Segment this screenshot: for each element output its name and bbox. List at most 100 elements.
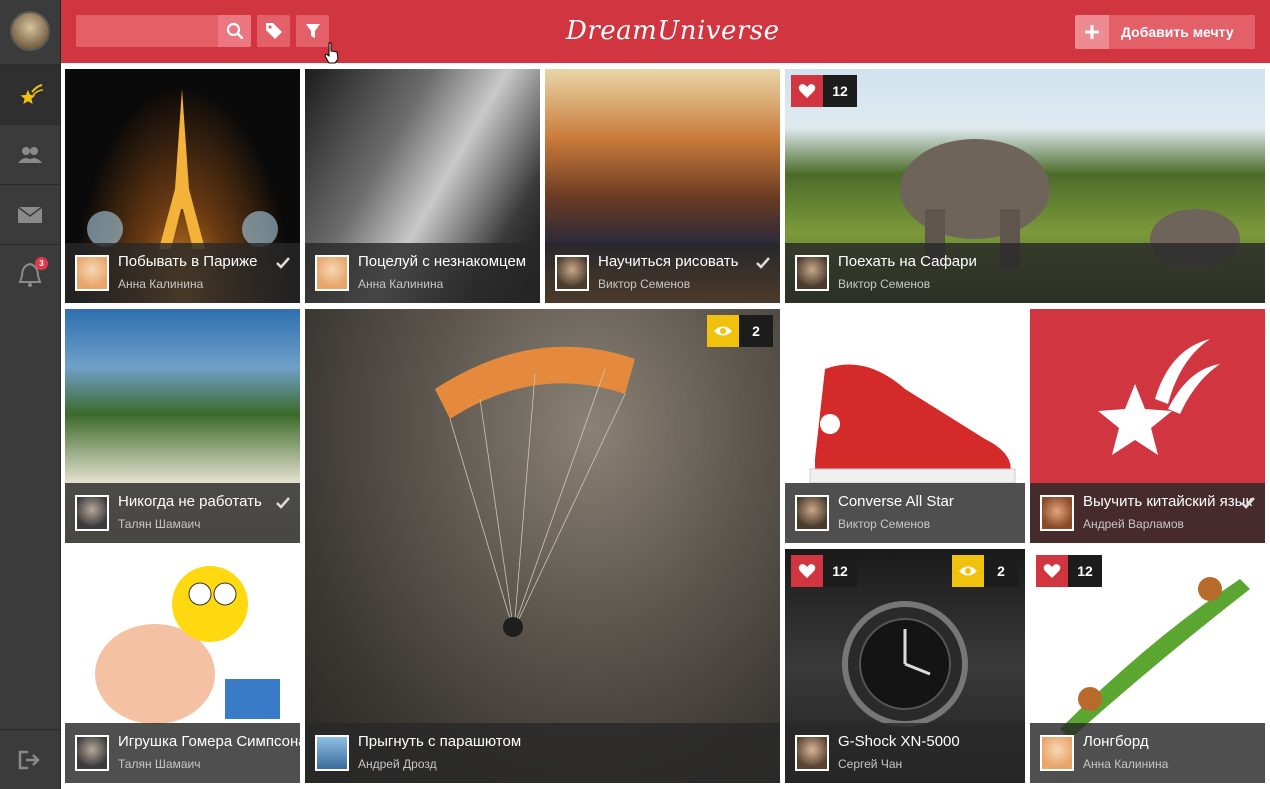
tags-button[interactable] bbox=[257, 15, 290, 47]
dream-caption: Никогда не работать Талян Шамаич bbox=[65, 483, 300, 543]
shooting-star-icon bbox=[20, 83, 44, 104]
dream-author[interactable]: Андрей Дрозд bbox=[358, 757, 437, 771]
add-dream-button[interactable]: Добавить мечту bbox=[1075, 15, 1255, 49]
dream-card[interactable]: 12 Поехать на Сафари Виктор Семенов bbox=[785, 69, 1265, 303]
author-avatar[interactable] bbox=[795, 735, 829, 771]
author-avatar[interactable] bbox=[315, 735, 349, 771]
views-counter[interactable]: 2 bbox=[952, 555, 1018, 587]
filter-icon bbox=[305, 24, 320, 38]
sidebar-item-dreams[interactable] bbox=[0, 64, 60, 124]
sidebar: 3 bbox=[0, 0, 61, 789]
dream-caption: G-Shock XN-5000 Сергей Чан bbox=[785, 723, 1025, 783]
check-icon bbox=[276, 497, 290, 509]
author-avatar[interactable] bbox=[1040, 735, 1074, 771]
dream-title[interactable]: Научиться рисовать bbox=[598, 253, 738, 270]
tag-icon bbox=[265, 23, 282, 39]
dream-title[interactable]: Прыгнуть с парашютом bbox=[358, 733, 521, 750]
add-dream-label: Добавить мечту bbox=[1121, 24, 1234, 40]
dream-title[interactable]: Поцелуй с незнакомцем bbox=[358, 253, 526, 270]
views-count: 2 bbox=[739, 315, 773, 347]
eye-icon bbox=[952, 555, 984, 587]
likes-counter[interactable]: 12 bbox=[1036, 555, 1102, 587]
check-icon bbox=[276, 257, 290, 269]
author-avatar[interactable] bbox=[795, 255, 829, 291]
likes-count: 12 bbox=[823, 75, 857, 107]
search-button[interactable] bbox=[218, 15, 251, 47]
dream-author[interactable]: Виктор Семенов bbox=[598, 277, 690, 291]
dream-author[interactable]: Виктор Семенов bbox=[838, 277, 930, 291]
heart-icon bbox=[791, 555, 823, 587]
dream-caption: Converse All Star Виктор Семенов bbox=[785, 483, 1025, 543]
user-avatar[interactable] bbox=[10, 11, 50, 51]
sidebar-item-logout[interactable] bbox=[0, 729, 60, 789]
sidebar-item-messages[interactable] bbox=[0, 184, 60, 244]
dream-title[interactable]: Игрушка Гомера Симпсона bbox=[118, 733, 300, 750]
dream-author[interactable]: Анна Калинина bbox=[118, 277, 203, 291]
dream-title[interactable]: Лонгборд bbox=[1083, 733, 1149, 750]
dream-card[interactable]: Побывать в Париже Анна Калинина bbox=[65, 69, 300, 303]
author-avatar[interactable] bbox=[1040, 495, 1074, 531]
dream-card[interactable]: 2 Прыгнуть с парашютом Андрей Дрозд bbox=[305, 309, 780, 783]
eye-icon bbox=[707, 315, 739, 347]
dream-author[interactable]: Анна Калинина bbox=[1083, 757, 1168, 771]
envelope-icon bbox=[17, 205, 43, 223]
dream-title[interactable]: Никогда не работать bbox=[118, 493, 262, 510]
hand-cursor-icon bbox=[324, 42, 339, 64]
dream-title[interactable]: G-Shock XN-5000 bbox=[838, 733, 960, 750]
dream-caption: Поехать на Сафари Виктор Семенов bbox=[785, 243, 1265, 303]
dream-caption: Выучить китайский язык Андрей Варламов bbox=[1030, 483, 1265, 543]
likes-counter[interactable]: 12 bbox=[791, 75, 857, 107]
dream-caption: Научиться рисовать Виктор Семенов bbox=[545, 243, 780, 303]
views-count: 2 bbox=[984, 555, 1018, 587]
likes-counter[interactable]: 12 bbox=[791, 555, 857, 587]
dream-card[interactable]: Научиться рисовать Виктор Семенов bbox=[545, 69, 780, 303]
dream-image bbox=[305, 309, 780, 783]
dream-card[interactable]: Игрушка Гомера Симпсона Талян Шамаич bbox=[65, 549, 300, 783]
dream-card[interactable]: Никогда не работать Талян Шамаич bbox=[65, 309, 300, 543]
dream-caption: Прыгнуть с парашютом Андрей Дрозд bbox=[305, 723, 780, 783]
top-header: DreamUniverse Добавить мечту bbox=[61, 0, 1270, 63]
dream-author[interactable]: Виктор Семенов bbox=[838, 517, 930, 531]
author-avatar[interactable] bbox=[75, 735, 109, 771]
dream-card[interactable]: 12 2 G-Shock XN-5000 Сергей Чан bbox=[785, 549, 1025, 783]
dream-author[interactable]: Талян Шамаич bbox=[118, 517, 200, 531]
likes-count: 12 bbox=[823, 555, 857, 587]
dream-author[interactable]: Талян Шамаич bbox=[118, 757, 200, 771]
dream-caption: Поцелуй с незнакомцем Анна Калинина bbox=[305, 243, 540, 303]
search-input[interactable] bbox=[76, 15, 218, 47]
heart-icon bbox=[791, 75, 823, 107]
sidebar-item-friends[interactable] bbox=[0, 124, 60, 184]
search-icon bbox=[226, 22, 243, 40]
sidebar-item-notifications[interactable]: 3 bbox=[0, 244, 60, 304]
dream-author[interactable]: Андрей Варламов bbox=[1083, 517, 1184, 531]
dream-caption: Игрушка Гомера Симпсона Талян Шамаич bbox=[65, 723, 300, 783]
notifications-badge: 3 bbox=[35, 257, 48, 270]
logout-icon bbox=[18, 750, 40, 769]
dream-title[interactable]: Поехать на Сафари bbox=[838, 253, 977, 270]
dream-card[interactable]: Поцелуй с незнакомцем Анна Калинина bbox=[305, 69, 540, 303]
author-avatar[interactable] bbox=[555, 255, 589, 291]
dream-author[interactable]: Сергей Чан bbox=[838, 757, 902, 771]
dream-caption: Лонгборд Анна Калинина bbox=[1030, 723, 1265, 783]
dream-card[interactable]: Выучить китайский язык Андрей Варламов bbox=[1030, 309, 1265, 543]
dream-caption: Побывать в Париже Анна Калинина bbox=[65, 243, 300, 303]
author-avatar[interactable] bbox=[75, 495, 109, 531]
views-counter[interactable]: 2 bbox=[707, 315, 773, 347]
heart-icon bbox=[1036, 555, 1068, 587]
dream-title[interactable]: Побывать в Париже bbox=[118, 253, 258, 270]
check-icon bbox=[1241, 497, 1255, 509]
author-avatar[interactable] bbox=[315, 255, 349, 291]
dream-author[interactable]: Анна Калинина bbox=[358, 277, 443, 291]
plus-icon bbox=[1075, 15, 1109, 49]
author-avatar[interactable] bbox=[75, 255, 109, 291]
app-logo[interactable]: DreamUniverse bbox=[566, 12, 779, 50]
check-icon bbox=[756, 257, 770, 269]
app-root: 3 DreamUniverse Добавить мечту Побывать … bbox=[0, 0, 1270, 789]
dream-card[interactable]: 12 Лонгборд Анна Калинина bbox=[1030, 549, 1265, 783]
friends-icon bbox=[18, 146, 42, 163]
likes-count: 12 bbox=[1068, 555, 1102, 587]
dream-title[interactable]: Converse All Star bbox=[838, 493, 954, 510]
dream-card[interactable]: Converse All Star Виктор Семенов bbox=[785, 309, 1025, 543]
author-avatar[interactable] bbox=[795, 495, 829, 531]
dream-title[interactable]: Выучить китайский язык bbox=[1083, 493, 1252, 510]
